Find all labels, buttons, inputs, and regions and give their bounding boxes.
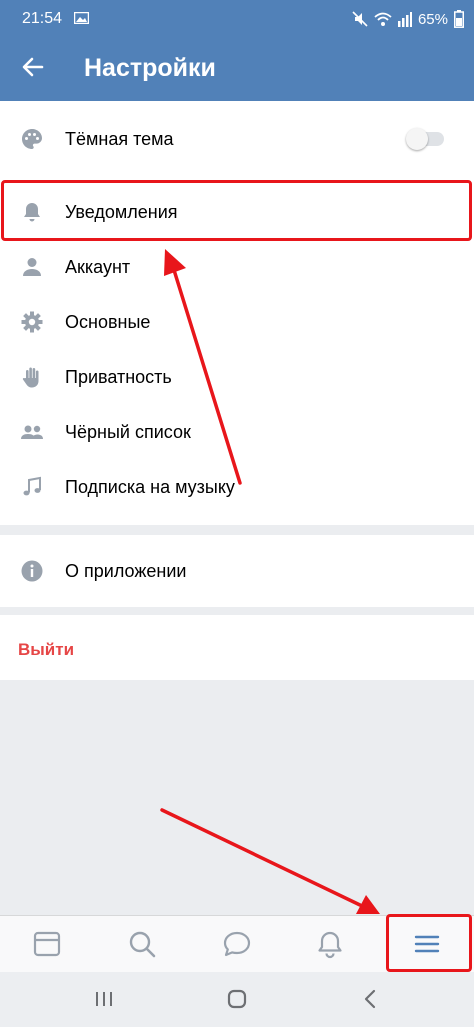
battery-percent: 65% [417,10,448,28]
settings-item-label: О приложении [65,560,187,581]
settings-item-music-subscription[interactable]: Подписка на музыку [0,459,474,515]
settings-item-blacklist[interactable]: Чёрный список [0,404,474,460]
image-notification-icon [74,12,89,24]
settings-item-dark-theme[interactable]: Тёмная тема [0,111,474,167]
settings-item-label: Чёрный список [65,421,191,442]
gear-icon [18,308,46,336]
settings-item-label: Основные [65,311,151,332]
battery-icon [454,10,464,28]
system-back-icon[interactable] [357,987,385,1011]
settings-item-privacy[interactable]: Приватность [0,349,474,405]
logout-button[interactable]: Выйти [18,640,74,660]
signal-icon [397,12,412,27]
recent-apps-icon[interactable] [90,987,118,1011]
app-header: 21:54 65% Настройки [0,0,474,101]
settings-item-about[interactable]: О приложении [0,543,474,599]
wifi-icon [374,12,392,26]
people-icon [18,418,46,446]
settings-item-label: Тёмная тема [65,128,174,149]
music-note-icon [18,473,46,501]
settings-item-label: Приватность [65,366,172,387]
mute-icon [352,11,368,27]
hand-icon [18,363,46,391]
toggle-knob [406,128,428,150]
settings-list: Тёмная тема Уведомления Аккаунт Основные… [0,101,474,525]
status-time: 21:54 [22,10,63,27]
home-icon[interactable] [223,987,251,1011]
person-icon [18,253,46,281]
settings-item-account[interactable]: Аккаунт [0,239,474,295]
search-icon[interactable] [126,928,158,960]
settings-item-general[interactable]: Основные [0,294,474,350]
news-icon[interactable] [31,928,63,960]
info-icon [18,557,46,585]
settings-item-label: Аккаунт [65,256,131,277]
palette-icon [18,125,46,153]
system-navigation-bar [0,972,474,1027]
messages-icon[interactable] [221,928,253,960]
settings-item-label: Подписка на музыку [65,476,235,497]
highlight-box-menu [386,914,472,972]
dark-theme-toggle[interactable] [406,128,444,150]
arrow-to-menu [160,808,380,914]
highlight-box-notifications [1,180,472,241]
back-arrow-icon[interactable] [18,52,48,82]
page-title: Настройки [84,54,216,82]
status-indicators: 65% [352,10,464,28]
notifications-icon[interactable] [314,928,346,960]
about-section: О приложении [0,535,474,607]
